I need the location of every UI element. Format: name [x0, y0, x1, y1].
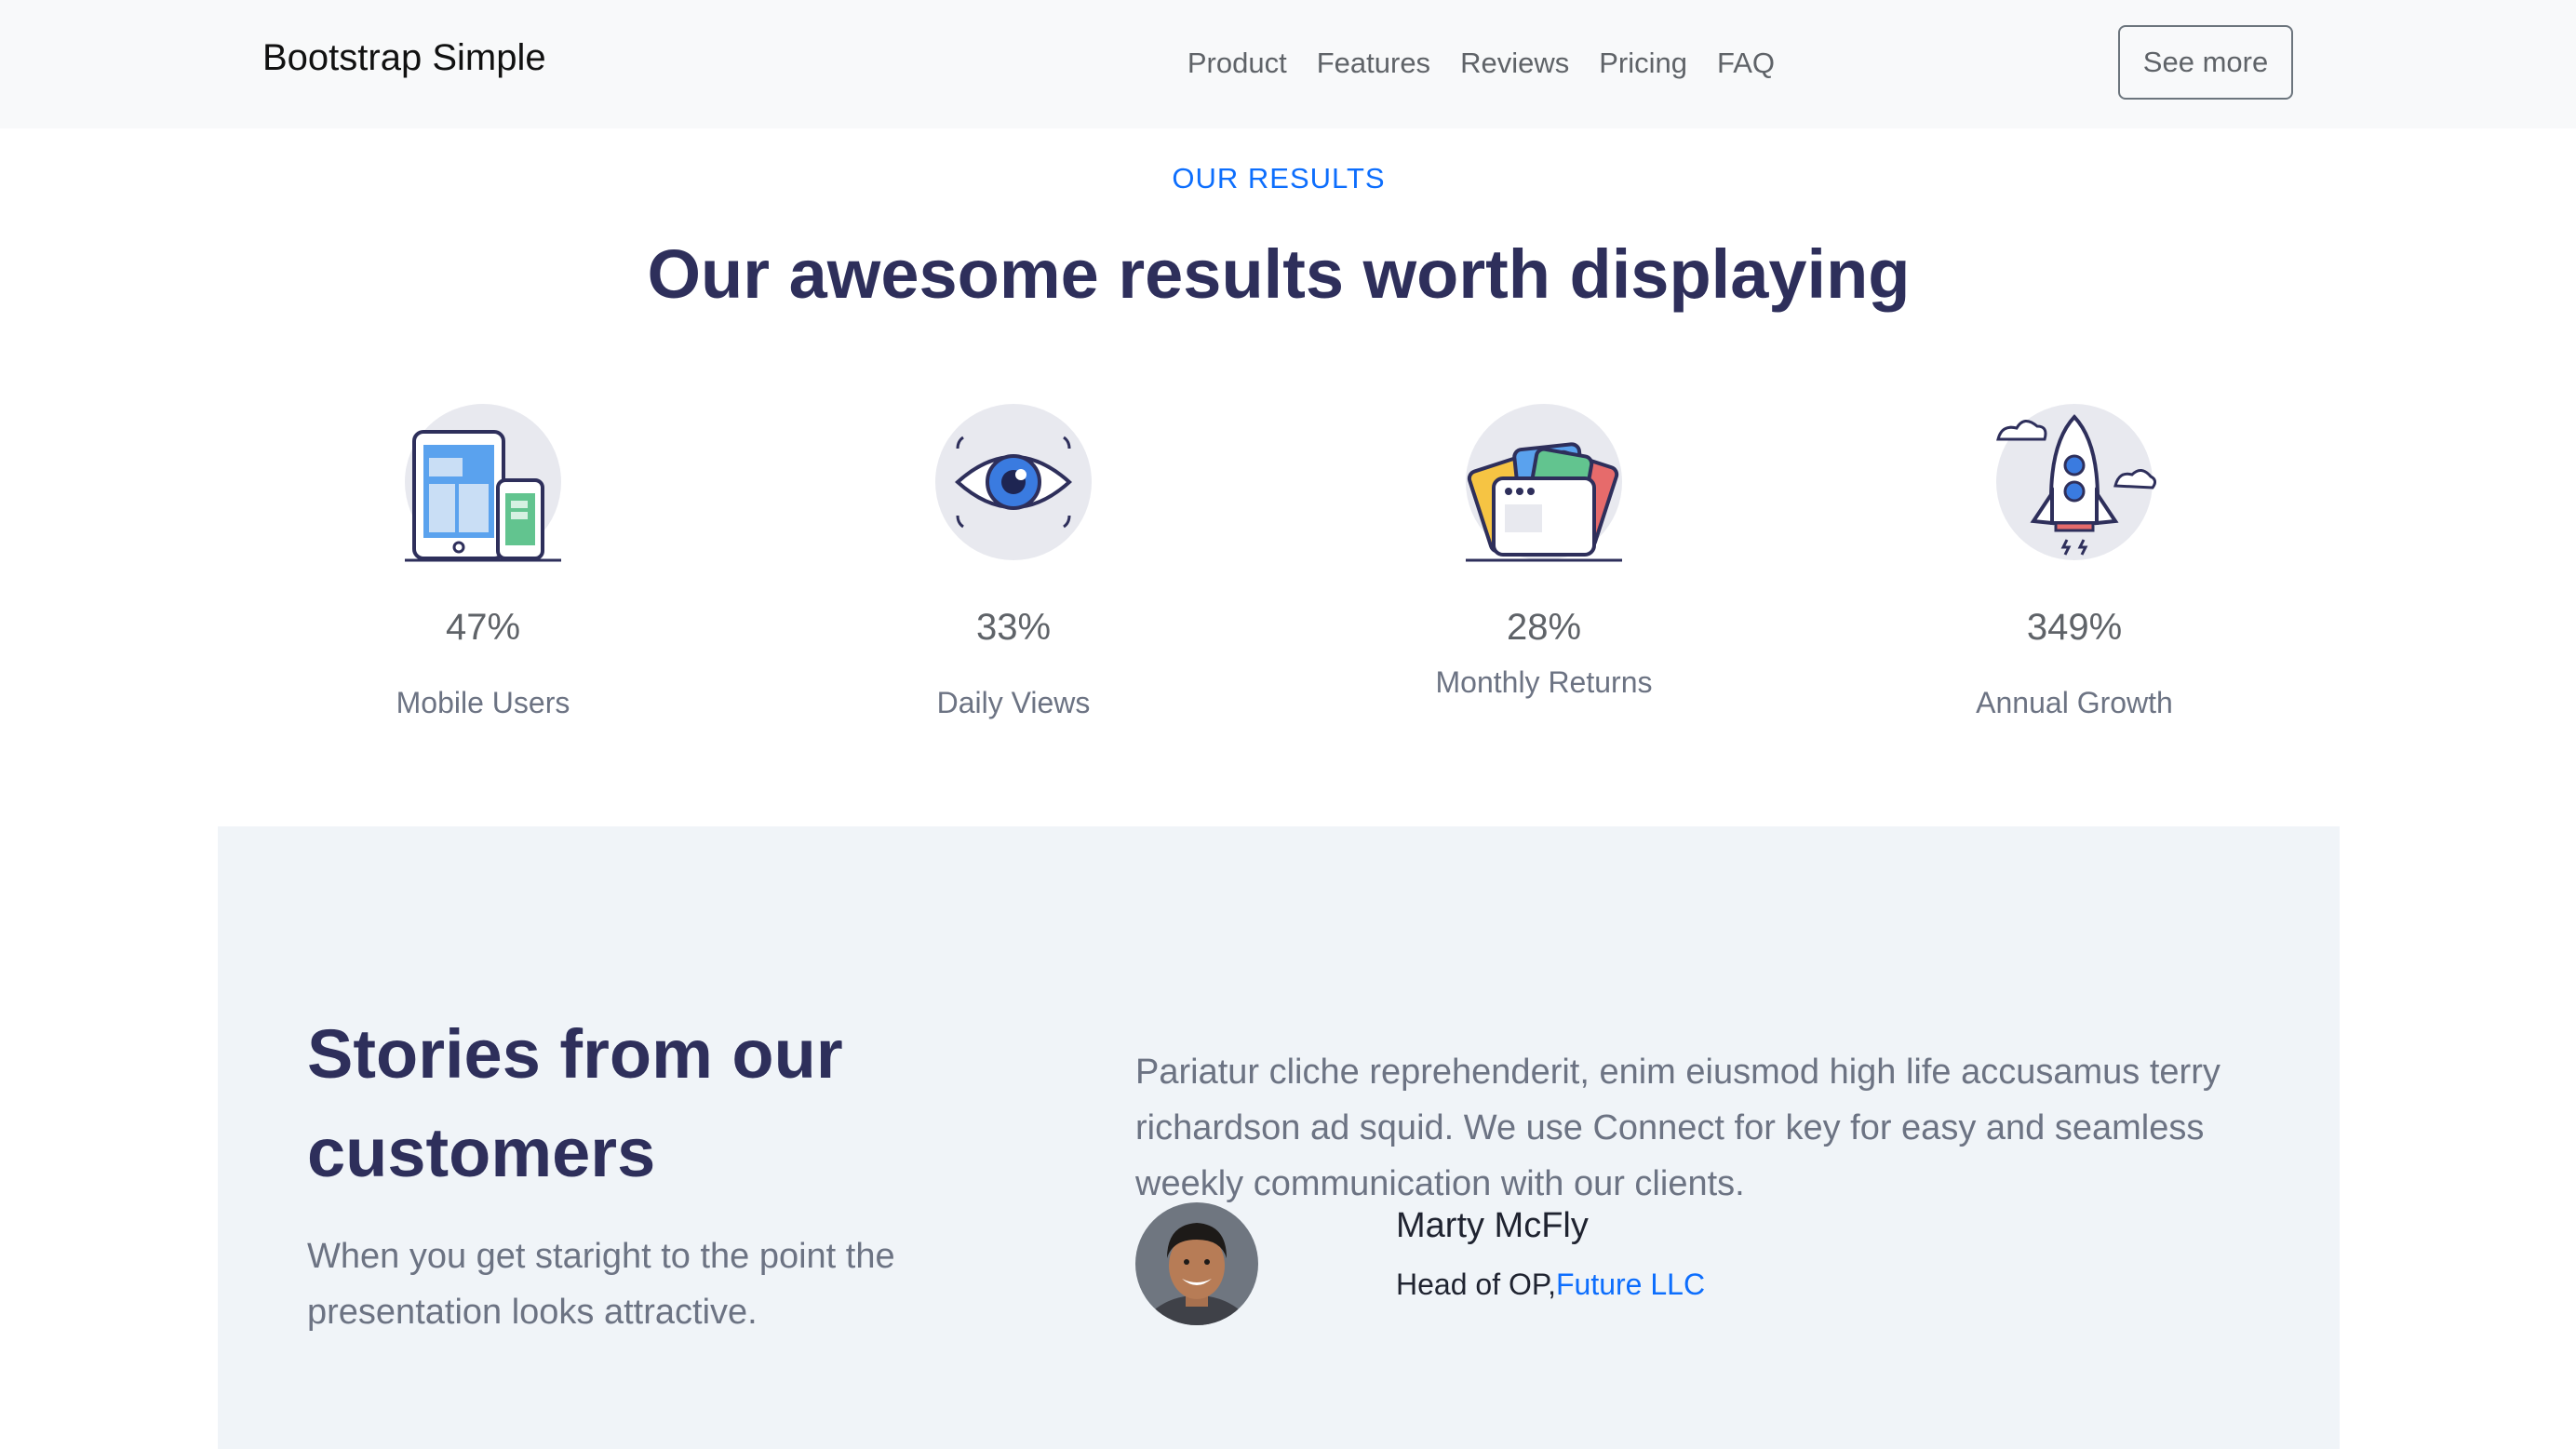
nav-link-reviews[interactable]: Reviews — [1445, 41, 1584, 86]
section-eyebrow: OUR RESULTS — [1172, 162, 1386, 195]
nav-link-features[interactable]: Features — [1302, 41, 1445, 86]
navbar: Bootstrap Simple Product Features Review… — [0, 0, 2576, 128]
brand-link[interactable]: Bootstrap Simple — [262, 37, 546, 79]
see-more-button[interactable]: See more — [2118, 25, 2293, 100]
avatar — [1135, 1202, 1258, 1325]
stat-label: Daily Views — [936, 686, 1091, 719]
results-title: Our awesome results worth displaying — [647, 235, 1911, 313]
customer-name: Marty McFly — [1396, 1206, 1589, 1245]
nav-link-faq[interactable]: FAQ — [1702, 41, 1790, 86]
devices-icon — [401, 400, 565, 564]
testimonial-quote: Pariatur cliche reprehenderit, enim eius… — [1135, 1053, 2220, 1203]
stat-label: Mobile Users — [396, 686, 570, 719]
stat-label: Annual Growth — [1976, 686, 2173, 719]
customer-role-line: Head of OP,Future LLC — [1396, 1268, 1705, 1302]
stat-monthly-returns: 28% Monthly Returns — [1339, 400, 1749, 700]
nav-link-pricing[interactable]: Pricing — [1584, 41, 1702, 86]
testimonials-section: Stories from our customers When you get … — [218, 826, 2340, 1449]
stat-value: 349% — [2026, 607, 2123, 648]
nav-link-product[interactable]: Product — [1173, 41, 1302, 86]
stat-annual-growth: 349% Annual Growth — [1870, 400, 2279, 720]
stat-value: 47% — [445, 607, 521, 648]
stat-label: Monthly Returns — [1435, 665, 1653, 699]
testimonials-title: Stories from our customers — [307, 1015, 843, 1191]
stat-daily-views: 33% Daily Views — [809, 400, 1218, 720]
rocket-icon — [1992, 400, 2157, 564]
eye-icon — [932, 400, 1095, 564]
stat-mobile-users: 47% Mobile Users — [278, 400, 688, 720]
nav-links: Product Features Reviews Pricing FAQ — [1173, 41, 1790, 86]
folders-icon — [1462, 400, 1626, 564]
stat-value: 28% — [1506, 607, 1582, 648]
customer-role: Head of OP, — [1396, 1268, 1556, 1301]
company-link[interactable]: Future LLC — [1556, 1268, 1705, 1301]
stat-value: 33% — [975, 607, 1052, 648]
testimonials-subtitle: When you get staright to the point the p… — [307, 1237, 895, 1332]
